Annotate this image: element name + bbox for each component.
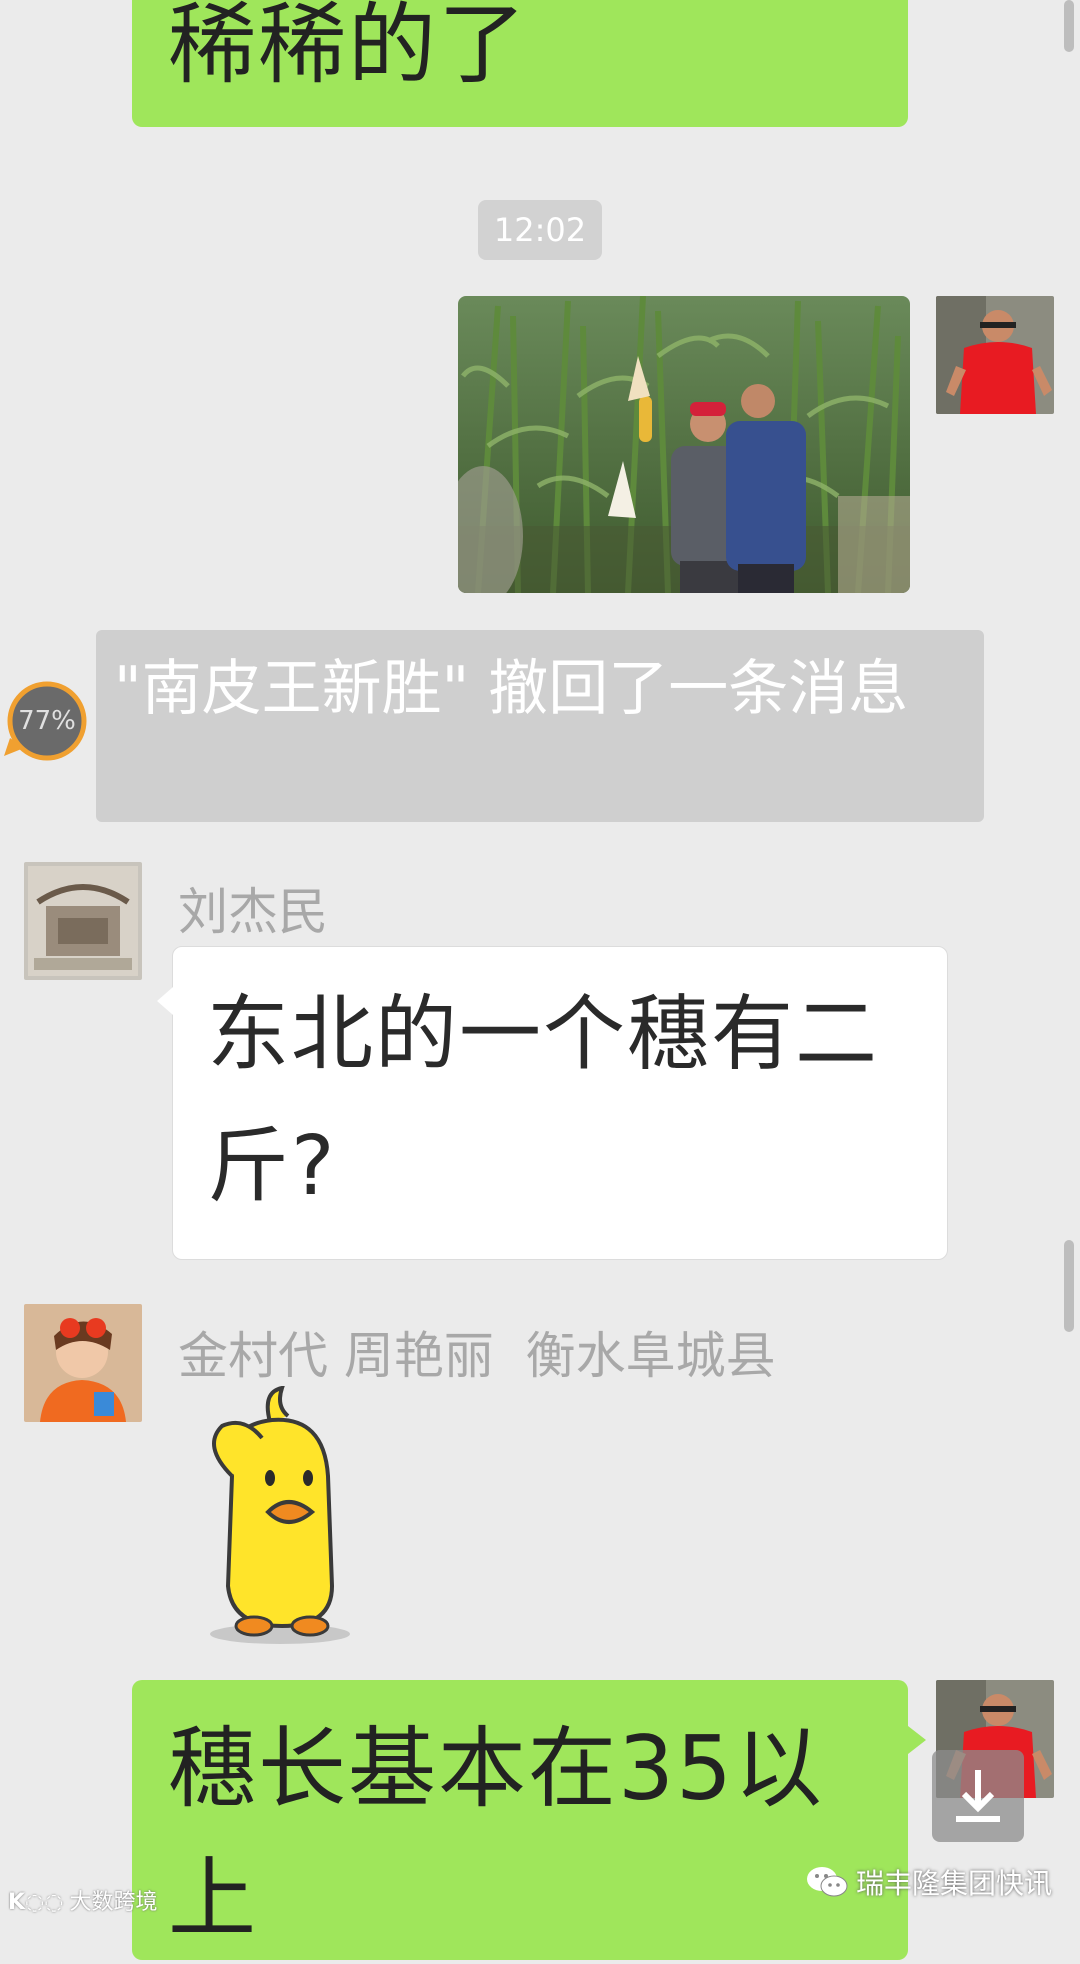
upload-progress-indicator: 77% [4, 678, 90, 764]
sender-avatar-zhouyanli[interactable] [24, 1304, 142, 1422]
message-text: 穗长基本在35以上 [168, 1717, 824, 1950]
photo-message[interactable] [458, 296, 910, 593]
message-text: 东北的一个穗有二斤? [207, 987, 880, 1214]
message-text: 稀稀的了 [168, 0, 529, 96]
sender-name: 金村代 周艳丽 衡水阜城县 [178, 1327, 776, 1385]
scrollbar-thumb[interactable] [1064, 1240, 1074, 1332]
avatar-image [24, 1304, 142, 1422]
progress-label: 77% [18, 706, 76, 736]
scrollbar-top[interactable] [1064, 0, 1074, 52]
download-button[interactable] [932, 1750, 1024, 1842]
received-message-bubble[interactable]: 东北的一个穗有二斤? [157, 946, 948, 1260]
watermark-left-text: 大数跨境 [69, 1890, 158, 1915]
watermark-left: K◌◌ 大数跨境 [8, 1884, 157, 1916]
chat-window: 稀稀的了 12:02 "南皮王新胜" 撤回了一条消息 77% 刘杰民 东北的一个… [0, 0, 1080, 1960]
own-avatar[interactable] [936, 296, 1054, 414]
avatar-image [936, 296, 1054, 414]
own-message-bubble-bottom[interactable]: 穗长基本在35以上 [132, 1680, 926, 1960]
sender-avatar-liujiemin[interactable] [24, 862, 142, 980]
own-message-bubble-top[interactable]: 稀稀的了 [132, 0, 908, 127]
yellow-duck-salute-sticker [210, 1385, 350, 1644]
recall-notice: "南皮王新胜" 撤回了一条消息 [96, 630, 984, 822]
cornfield-photo [458, 296, 910, 593]
sticker-message[interactable] [192, 1385, 362, 1646]
watermark-right: 瑞丰隆集团快讯 [806, 1862, 1052, 1906]
download-icon [956, 1770, 1000, 1822]
timestamp: 12:02 [478, 200, 602, 260]
avatar-image [24, 862, 142, 980]
wechat-icon [806, 1865, 848, 1906]
sender-name: 刘杰民 [178, 883, 328, 941]
brand-logo-icon: K◌◌ [8, 1890, 64, 1915]
recall-notice-text: "南皮王新胜" 撤回了一条消息 [114, 654, 909, 724]
watermark-right-text: 瑞丰隆集团快讯 [856, 1867, 1053, 1900]
